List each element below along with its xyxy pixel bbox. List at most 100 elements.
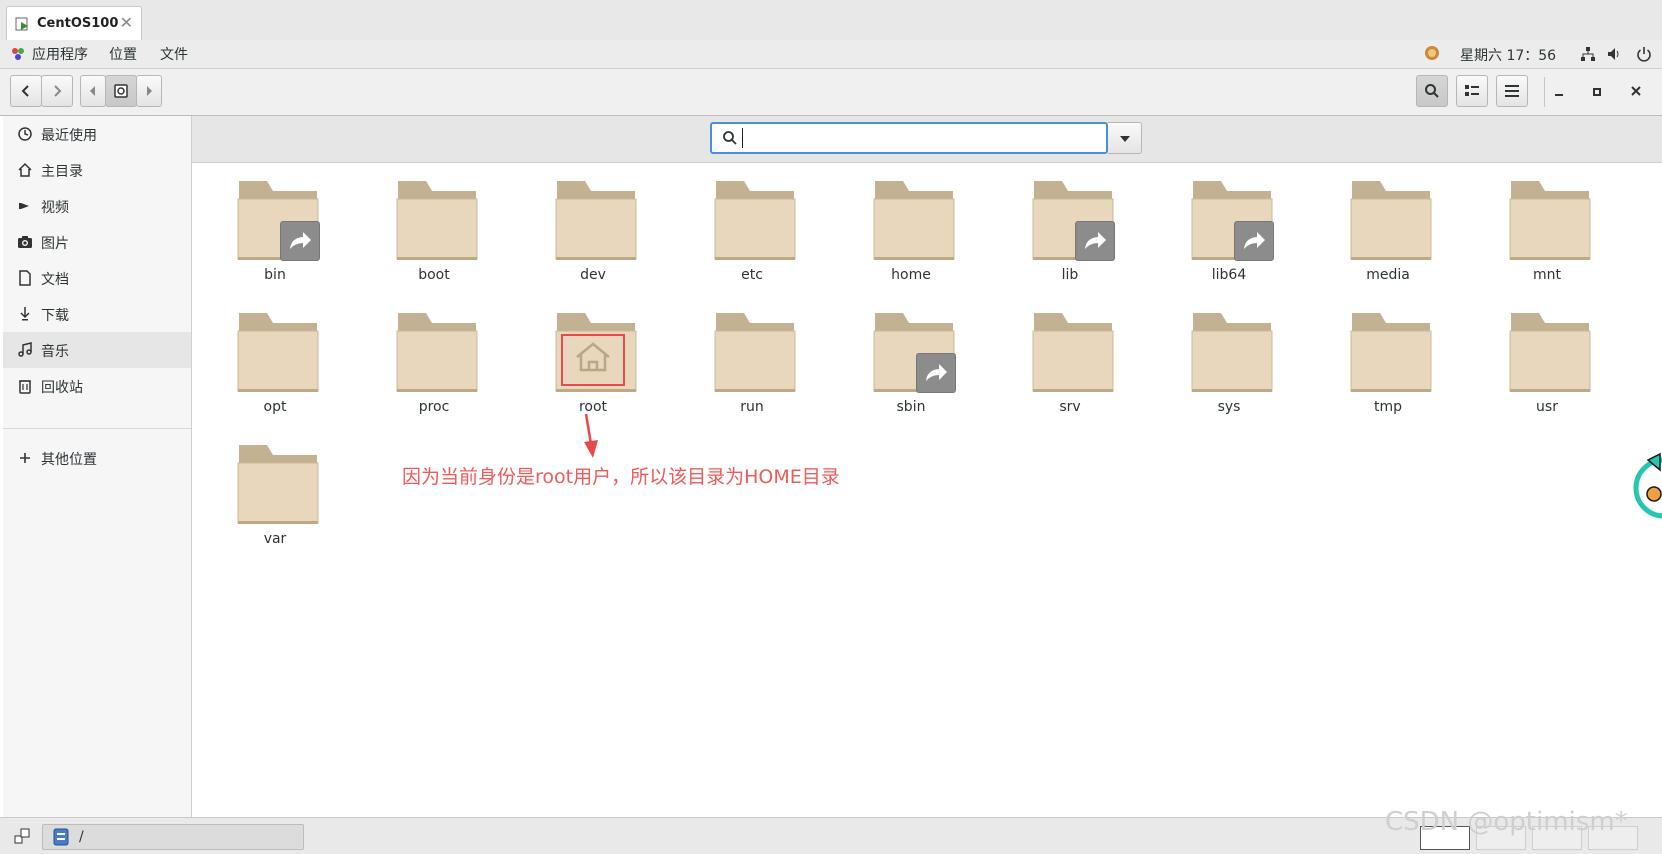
- chevron-right-icon: [54, 85, 62, 97]
- folder-item-run[interactable]: run: [677, 295, 827, 415]
- clock-icon: [18, 127, 32, 141]
- document-icon: [19, 270, 31, 286]
- search-icon: [723, 131, 737, 145]
- mascot-icon: [1633, 452, 1662, 519]
- folder-name: tmp: [1373, 399, 1402, 415]
- window-list-item[interactable]: /: [42, 824, 304, 850]
- search-input[interactable]: [710, 122, 1108, 154]
- folder-item-usr[interactable]: usr: [1472, 295, 1622, 415]
- window-list-label: /: [79, 829, 84, 845]
- menu-applications[interactable]: 应用程序: [32, 44, 88, 64]
- menu-button[interactable]: [1496, 75, 1528, 107]
- folder-name: home: [891, 267, 931, 283]
- header-bar: [0, 69, 1662, 116]
- close-window-icon[interactable]: [1630, 85, 1642, 97]
- sidebar-item-other-locations[interactable]: 其他位置: [3, 440, 191, 476]
- annotation-highlight-box: [561, 334, 625, 386]
- path-scroll-right-button[interactable]: [136, 75, 162, 107]
- hamburger-icon: [1505, 85, 1519, 97]
- sidebar-item-label: 音乐: [41, 344, 69, 360]
- symlink-icon: [1075, 221, 1115, 261]
- vm-tab[interactable]: CentOS100 ✕: [6, 6, 142, 41]
- folder-item-sys[interactable]: sys: [1154, 295, 1304, 415]
- home-icon: [18, 162, 32, 177]
- folder-item-opt[interactable]: opt: [200, 295, 350, 415]
- view-toggle-button[interactable]: [1456, 75, 1488, 107]
- drive-icon: [114, 84, 128, 98]
- folder-name: media: [1366, 267, 1410, 283]
- sidebar-item-label: 下载: [41, 308, 69, 324]
- folder-name: bin: [264, 267, 286, 283]
- sidebar-item-documents[interactable]: 文档: [3, 260, 191, 296]
- video-icon: [19, 203, 29, 209]
- annotation-text: 因为当前身份是root用户，所以该目录为HOME目录: [402, 466, 840, 488]
- folder-item-boot[interactable]: boot: [359, 163, 509, 283]
- search-icon: [1425, 84, 1439, 98]
- folder-item-bin[interactable]: bin: [200, 163, 350, 283]
- sidebar-item-label: 其他位置: [41, 452, 97, 468]
- user-avatar-icon[interactable]: [1424, 45, 1440, 61]
- search-bar: [192, 116, 1662, 163]
- path-root-button[interactable]: [105, 75, 137, 107]
- folder-item-mnt[interactable]: mnt: [1472, 163, 1622, 283]
- folder-icon: [396, 181, 478, 260]
- file-grid: bin boot dev etc home lib lib64 media mnt opt proc…: [192, 163, 1662, 817]
- menu-places[interactable]: 位置: [109, 44, 137, 64]
- chevron-left-icon: [21, 85, 29, 97]
- folder-icon: [1350, 313, 1432, 392]
- folder-name: usr: [1536, 399, 1558, 415]
- sidebar-item-videos[interactable]: 视频: [3, 188, 191, 224]
- search-toggle-button[interactable]: [1416, 75, 1448, 107]
- folder-name: sbin: [896, 399, 926, 415]
- folder-item-home[interactable]: home: [836, 163, 986, 283]
- annotation-arrow: [584, 413, 598, 458]
- sidebar-item-pictures[interactable]: 图片: [3, 224, 191, 260]
- folder-name: boot: [418, 267, 450, 283]
- folder-item-lib64[interactable]: lib64: [1154, 163, 1304, 283]
- maximize-icon[interactable]: [1592, 87, 1602, 97]
- folder-icon: [396, 313, 478, 392]
- vm-icon: [15, 17, 28, 31]
- folder-icon: [555, 181, 637, 260]
- folder-item-sbin[interactable]: sbin: [836, 295, 986, 415]
- folder-item-var[interactable]: var: [200, 427, 350, 547]
- folder-item-media[interactable]: media: [1313, 163, 1463, 283]
- top-panel: 应用程序 位置 文件 星期六 17：56: [0, 40, 1662, 69]
- folder-icon: [1509, 313, 1591, 392]
- folder-item-dev[interactable]: dev: [518, 163, 668, 283]
- folder-item-proc[interactable]: proc: [359, 295, 509, 415]
- sidebar-item-trash[interactable]: 回收站: [3, 368, 191, 404]
- menu-files[interactable]: 文件: [160, 44, 188, 64]
- folder-item-lib[interactable]: lib: [995, 163, 1145, 283]
- folder-item-srv[interactable]: srv: [995, 295, 1145, 415]
- minimize-icon[interactable]: [1554, 87, 1564, 97]
- volume-icon[interactable]: [1606, 46, 1622, 62]
- trash-icon: [19, 380, 31, 394]
- close-icon[interactable]: ✕: [120, 13, 133, 32]
- sidebar-item-label: 图片: [41, 236, 69, 252]
- clock[interactable]: 星期六 17：56: [1460, 45, 1556, 65]
- sidebar-item-home[interactable]: 主目录: [3, 152, 191, 188]
- folder-icon: [873, 181, 955, 260]
- show-desktop-icon[interactable]: [14, 828, 30, 844]
- sidebar-item-label: 文档: [41, 272, 69, 288]
- folder-icon: [237, 445, 319, 524]
- folder-name: mnt: [1533, 267, 1561, 283]
- music-icon: [18, 342, 32, 357]
- forward-button[interactable]: [41, 75, 73, 107]
- path-scroll-left-button[interactable]: [80, 75, 106, 107]
- sidebar-item-music[interactable]: 音乐: [3, 332, 191, 368]
- network-icon[interactable]: [1580, 46, 1596, 62]
- sidebar-item-recent[interactable]: 最近使用: [3, 116, 191, 152]
- power-icon[interactable]: [1636, 46, 1652, 62]
- search-options-button[interactable]: [1108, 122, 1142, 154]
- folder-item-etc[interactable]: etc: [677, 163, 827, 283]
- sidebar-item-downloads[interactable]: 下载: [3, 296, 191, 332]
- folder-name: opt: [263, 399, 287, 415]
- symlink-icon: [1234, 221, 1274, 261]
- back-button[interactable]: [10, 75, 42, 107]
- folder-item-tmp[interactable]: tmp: [1313, 295, 1463, 415]
- folder-name: var: [263, 531, 287, 547]
- folder-name: dev: [580, 267, 606, 283]
- symlink-icon: [280, 221, 320, 261]
